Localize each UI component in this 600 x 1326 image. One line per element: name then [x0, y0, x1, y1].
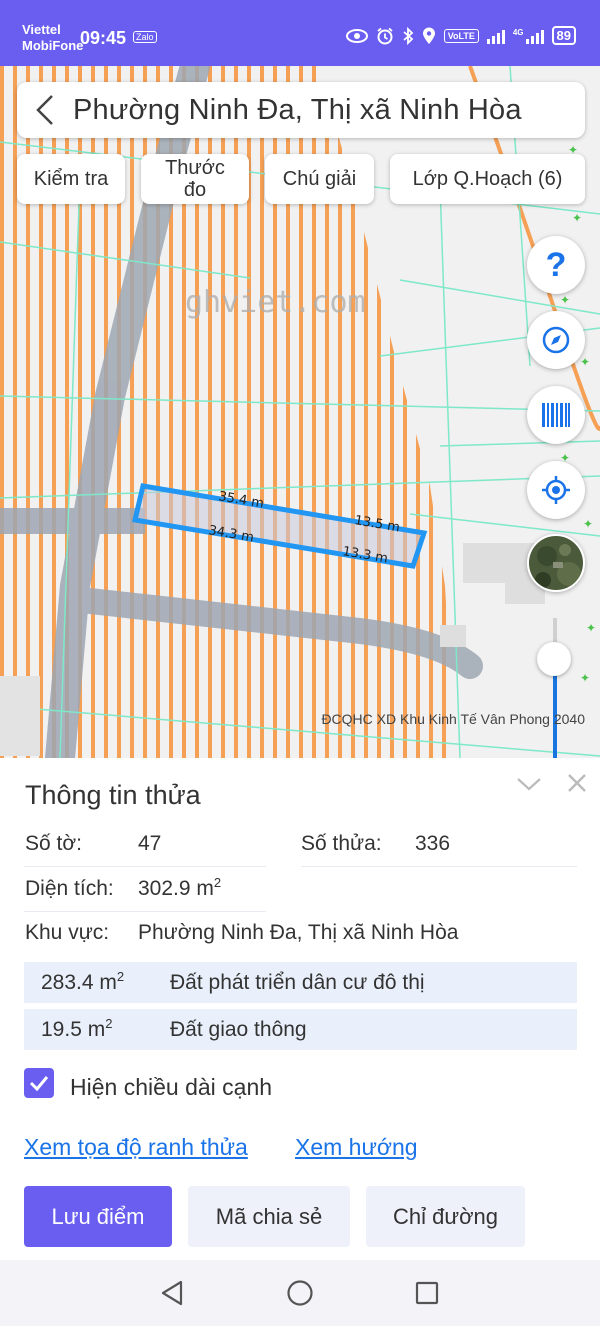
help-icon: ?	[545, 245, 567, 284]
check-button[interactable]: Kiểm tra	[17, 154, 125, 204]
bluetooth-icon	[403, 26, 414, 45]
planning-layers-button[interactable]: Lớp Q.Hoạch (6)	[390, 154, 585, 204]
svg-text:✦: ✦	[580, 671, 590, 685]
zalo-notification-icon: Zalo	[133, 31, 157, 43]
nav-back-button[interactable]	[157, 1278, 187, 1308]
ruler-label-line2: đo	[183, 179, 207, 201]
area-label: Diện tích:	[25, 877, 114, 900]
signal-2-icon: 4G	[513, 28, 544, 44]
barcode-icon	[542, 403, 570, 427]
panel-title: Thông tin thửa	[25, 780, 201, 810]
divider	[24, 911, 266, 912]
parcel-info-panel: Thông tin thửa Số tờ: 47 Số thửa: 336 Di…	[0, 758, 600, 1260]
help-button[interactable]: ?	[527, 236, 585, 294]
save-point-button[interactable]: Lưu điểm	[24, 1186, 172, 1247]
compass-button[interactable]	[527, 311, 585, 369]
divider	[301, 866, 577, 867]
crosshair-icon	[542, 476, 570, 504]
land-use-row: 19.5 m2 Đất giao thông	[24, 1009, 577, 1050]
land-use-area-number: 283.4 m	[41, 970, 117, 994]
satellite-layer-toggle[interactable]	[527, 534, 585, 592]
triangle-back-icon	[161, 1280, 183, 1306]
nav-recents-button[interactable]	[412, 1278, 442, 1308]
location-icon	[422, 27, 435, 44]
close-icon[interactable]	[566, 772, 588, 794]
network-type: 4G	[512, 27, 524, 37]
divider	[24, 866, 266, 867]
legend-button[interactable]: Chú giải	[265, 154, 374, 204]
land-use-area-number: 19.5 m	[41, 1017, 106, 1041]
svg-text:✦: ✦	[560, 293, 570, 307]
region-value: Phường Ninh Đa, Thị xã Ninh Hòa	[138, 921, 459, 944]
carrier-1: Viettel	[22, 22, 61, 37]
eye-icon	[345, 28, 368, 43]
location-header: Phường Ninh Đa, Thị xã Ninh Hòa	[17, 82, 585, 138]
barcode-button[interactable]	[527, 386, 585, 444]
svg-text:✦: ✦	[572, 211, 582, 225]
land-use-area: 283.4 m2	[24, 968, 170, 995]
sheet-number-label: Số tờ:	[25, 832, 82, 855]
land-use-type: Đất phát triển dân cư đô thị	[170, 970, 425, 994]
clock: 09:45	[80, 28, 127, 48]
sheet-number-value: 47	[138, 832, 162, 855]
circle-home-icon	[287, 1280, 313, 1306]
ruler-button[interactable]: Thước đo	[141, 154, 249, 204]
square-recents-icon	[415, 1281, 439, 1305]
area-unit-superscript: 2	[213, 875, 222, 890]
parcel-number-value: 336	[415, 832, 451, 855]
volte-icon: VoLTE	[443, 28, 479, 43]
land-use-area-superscript: 2	[105, 1015, 113, 1031]
svg-text:✦: ✦	[583, 517, 593, 531]
ruler-label-line1: Thước	[165, 157, 225, 179]
area-number: 302.9 m	[138, 877, 214, 900]
alarm-icon	[377, 27, 393, 44]
parcel-number-label: Số thửa:	[301, 832, 382, 855]
svg-text:✦: ✦	[586, 621, 596, 635]
land-use-type: Đất giao thông	[170, 1017, 307, 1041]
show-edge-lengths-label[interactable]: Hiện chiều dài cạnh	[70, 1074, 272, 1101]
signal-1-icon	[486, 28, 505, 44]
chevron-left-icon	[36, 95, 53, 125]
region-label: Khu vực:	[25, 921, 110, 944]
carrier-2: MobiFone	[22, 38, 84, 53]
map-source-caption: ĐCQHC XD Khu Kinh Tế Vân Phong 2040	[321, 711, 585, 727]
status-bar: Viettel MobiFone 09:45 Zalo VoLTE 4G 89	[0, 0, 600, 66]
area-value: 302.9 m2	[138, 875, 222, 901]
status-icons: VoLTE 4G 89	[345, 26, 576, 45]
land-use-row: 283.4 m2 Đất phát triển dân cư đô thị	[24, 962, 577, 1003]
show-edge-lengths-checkbox[interactable]	[24, 1068, 54, 1098]
nav-home-button[interactable]	[285, 1278, 315, 1308]
carrier-info: Viettel MobiFone	[22, 22, 83, 54]
share-code-button[interactable]: Mã chia sẻ	[188, 1186, 350, 1247]
location-title: Phường Ninh Đa, Thị xã Ninh Hòa	[73, 93, 522, 126]
view-coordinates-link[interactable]: Xem tọa độ ranh thửa	[24, 1134, 248, 1161]
back-button[interactable]	[17, 82, 73, 138]
building	[440, 625, 466, 647]
building	[0, 676, 40, 756]
battery-icon: 89	[551, 26, 576, 45]
system-navigation-bar	[0, 1260, 600, 1326]
my-location-button[interactable]	[527, 461, 585, 519]
svg-text:✦: ✦	[580, 355, 590, 369]
collapse-chevron-icon[interactable]	[516, 776, 542, 792]
directions-button[interactable]: Chỉ đường	[366, 1186, 525, 1247]
checkmark-icon	[29, 1076, 49, 1091]
map-watermark: ghviet.com	[185, 285, 366, 320]
land-use-area: 19.5 m2	[24, 1015, 170, 1042]
land-use-area-superscript: 2	[116, 968, 125, 984]
opacity-slider-handle[interactable]	[537, 642, 571, 676]
compass-icon	[542, 326, 570, 354]
view-direction-link[interactable]: Xem hướng	[295, 1134, 418, 1161]
map-view[interactable]: ✦✦✦ ✦✦✦ ✦✦✦ ghviet.com 35.4 m 34.3 m 13.…	[0, 66, 600, 758]
